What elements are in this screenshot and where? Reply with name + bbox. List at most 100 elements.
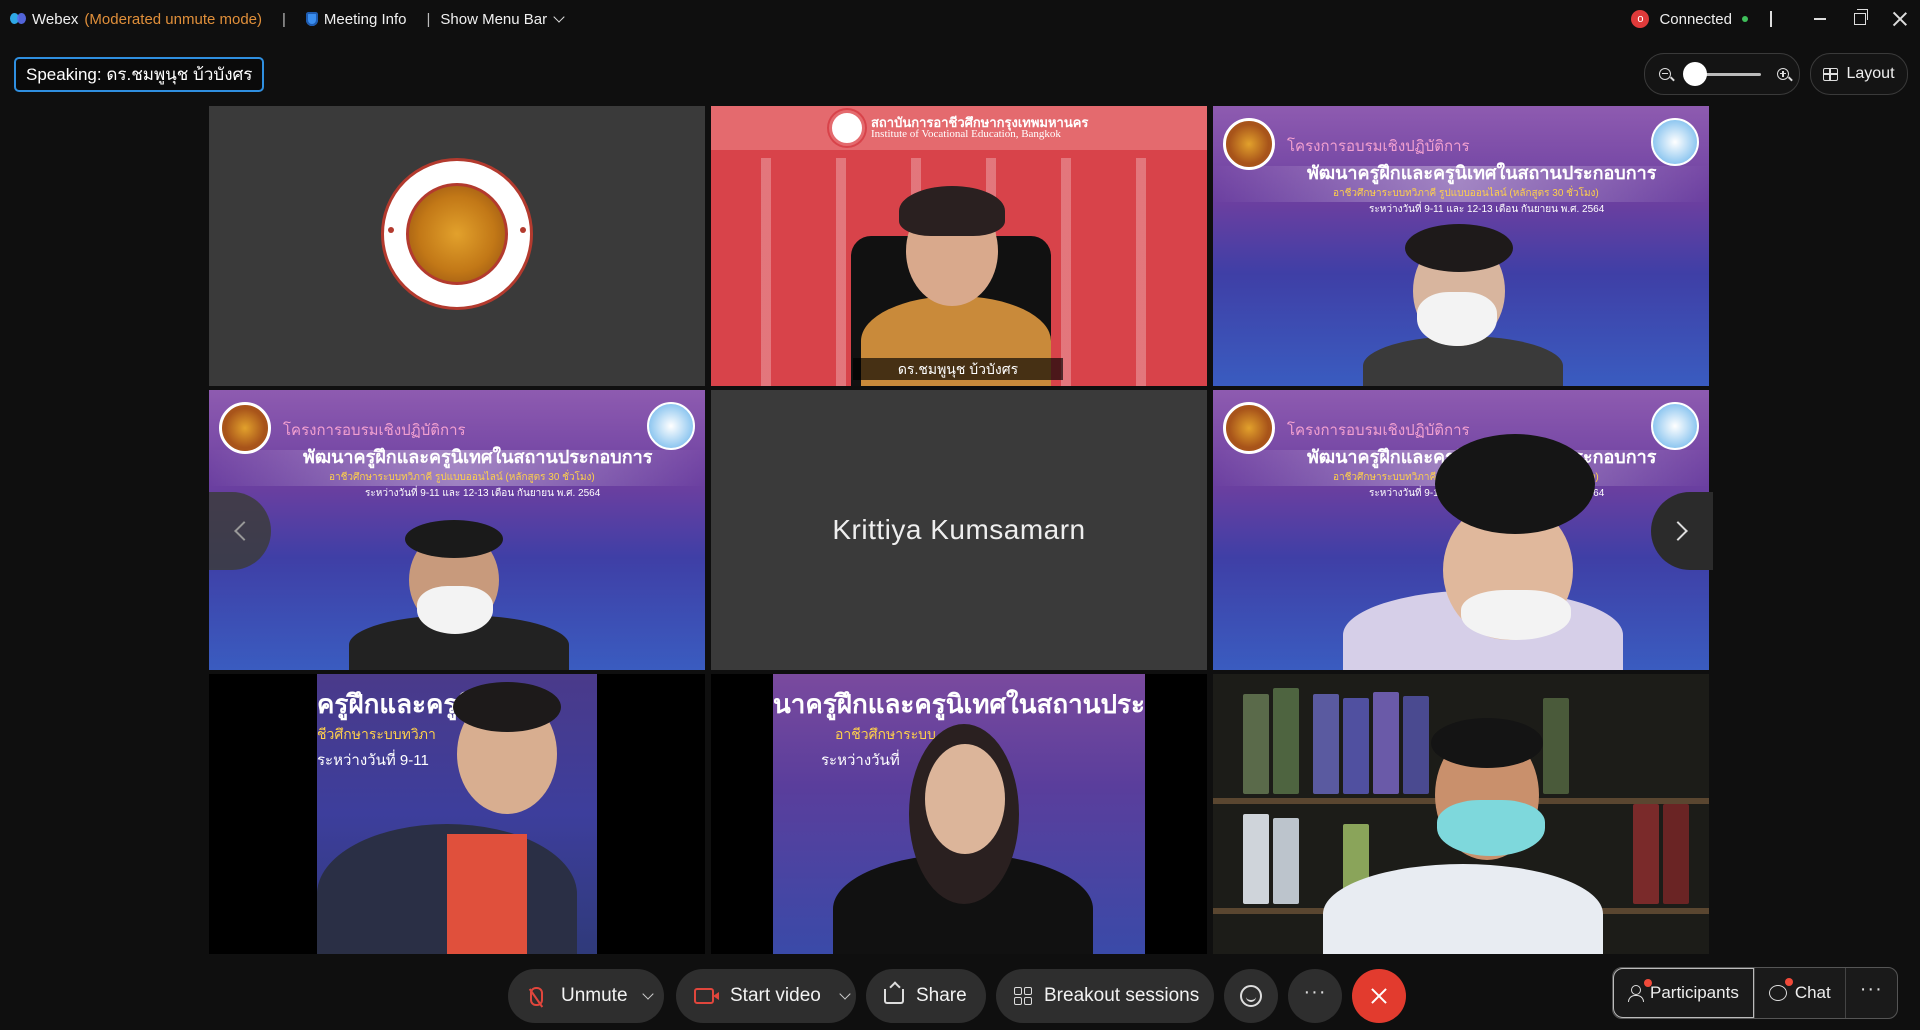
- chat-icon: [1768, 985, 1787, 1001]
- meeting-info-label: Meeting Info: [323, 10, 407, 28]
- video-tile-participant[interactable]: ครูฝึกและครูนิ ชีวศึกษาระบบทวิภา ระหว่าง…: [209, 674, 705, 954]
- banner-line-4: ระหว่างวันที่ 9-11 และ 12-13 เดือน กันยา…: [365, 488, 601, 499]
- video-tile-active-speaker[interactable]: สถาบันการอาชีวศึกษากรุงเทพมหานคร Institu…: [711, 106, 1207, 386]
- participant-name-caption: ดร.ชมพูนุช บ้วบังศร: [853, 358, 1063, 380]
- emoji-icon: [1240, 985, 1262, 1007]
- face-mask: [1417, 292, 1497, 346]
- divider: [1770, 11, 1772, 27]
- panel-buttons: Participants Chat ···: [1612, 967, 1898, 1019]
- participant-hair: [1431, 718, 1543, 768]
- video-tile-participant[interactable]: [1213, 674, 1709, 954]
- video-tile-participant[interactable]: โครงการอบรมเชิงปฏิบัติการ พัฒนาครูฝึกและ…: [209, 390, 705, 670]
- participant-name: Krittiya Kumsamarn: [711, 390, 1207, 670]
- partner-logo-icon: [1651, 118, 1699, 166]
- start-video-button[interactable]: Start video: [676, 969, 856, 1023]
- chevron-right-icon: [1668, 521, 1688, 541]
- participant-shirt: [447, 834, 527, 954]
- banner-line-1: โครงการอบรมเชิงปฏิบัติการ: [1287, 138, 1470, 155]
- notification-dot: [1644, 979, 1652, 987]
- participant-body: [1323, 864, 1603, 954]
- participant-hair: [1435, 434, 1595, 534]
- video-tile-participant[interactable]: โครงการอบรมเชิงปฏิบัติการ พัฒนาครูฝึกและ…: [1213, 390, 1709, 670]
- partner-logo-icon: [1651, 402, 1699, 450]
- breakout-sessions-label: Breakout sessions: [1044, 985, 1200, 1006]
- show-menu-bar-button[interactable]: Show Menu Bar: [440, 10, 565, 28]
- leave-meeting-button[interactable]: [1352, 969, 1406, 1023]
- institution-seal-icon: [381, 158, 533, 310]
- connection-status[interactable]: Connected: [1659, 11, 1732, 28]
- banner-text: ชีวศึกษาระบบทวิภา: [317, 726, 436, 742]
- reactions-button[interactable]: [1224, 969, 1278, 1023]
- face-mask: [1461, 590, 1571, 640]
- microphone-muted-icon: [530, 986, 543, 1006]
- share-label: Share: [916, 985, 967, 1006]
- zoom-in-icon[interactable]: [1777, 68, 1789, 80]
- project-logo-icon: [1223, 402, 1275, 454]
- video-tile-participant[interactable]: นาครูฝึกและครูนิเทศในสถานประก อาชีวศึกษา…: [711, 674, 1207, 954]
- participants-icon: [1628, 985, 1644, 1002]
- share-icon: [884, 988, 904, 1004]
- video-tile-no-video[interactable]: Krittiya Kumsamarn: [711, 390, 1207, 670]
- close-icon: [1371, 988, 1387, 1004]
- camera-off-icon: [694, 988, 719, 1004]
- more-icon: ···: [1859, 977, 1883, 1000]
- project-logo-icon: [219, 402, 271, 454]
- unmute-button[interactable]: Unmute: [508, 969, 664, 1023]
- video-tile-participant[interactable]: โครงการอบรมเชิงปฏิบัติการ พัฒนาครูฝึกและ…: [1213, 106, 1709, 386]
- banner-text: ระหว่างวันที่ 9-11: [317, 752, 429, 769]
- project-logo-icon: [1223, 118, 1275, 170]
- separator: |: [282, 10, 286, 28]
- speaking-indicator: Speaking: ดร.ชมพูนุช บ้วบังศร: [14, 57, 265, 92]
- layout-label: Layout: [1846, 65, 1895, 82]
- minimize-button[interactable]: [1800, 0, 1840, 38]
- webex-logo-icon: [10, 12, 26, 26]
- participant-hair: [1405, 224, 1513, 272]
- face-mask: [417, 586, 493, 634]
- chat-button[interactable]: Chat: [1753, 968, 1845, 1018]
- restore-button[interactable]: [1840, 0, 1880, 38]
- banner-line-2: พัฒนาครูฝึกและครูนิเทศในสถานประกอบการ: [1307, 163, 1657, 183]
- close-window-button[interactable]: [1880, 0, 1920, 38]
- banner-line-3: อาชีวศึกษาระบบทวิภาคี รูปแบบออนไลน์ (หลั…: [329, 472, 595, 483]
- banner-line-1: โครงการอบรมเชิงปฏิบัติการ: [283, 422, 466, 439]
- zoom-slider-knob[interactable]: [1683, 61, 1707, 86]
- banner-text: อาชีวศึกษาระบบ: [835, 726, 936, 742]
- speaker-hair: [899, 186, 1005, 236]
- participant-hair: [453, 682, 561, 732]
- backdrop-subtitle: Institute of Vocational Education, Bangk…: [871, 128, 1061, 140]
- notification-dot: [1784, 978, 1793, 986]
- video-options-chevron-icon[interactable]: [839, 988, 851, 1000]
- unmute-label: Unmute: [561, 985, 628, 1006]
- share-button[interactable]: Share: [866, 969, 986, 1023]
- banner-line-1: โครงการอบรมเชิงปฏิบัติการ: [1287, 422, 1470, 439]
- banner-text: ครูฝึกและครูนิ: [317, 689, 476, 719]
- show-menu-bar-label: Show Menu Bar: [440, 10, 548, 28]
- video-tile-logo[interactable]: [209, 106, 705, 386]
- banner-line-4: ระหว่างวันที่ 9-11 และ 12-13 เดือน กันยา…: [1369, 204, 1605, 215]
- minimize-icon: [1814, 18, 1826, 20]
- connected-dot-icon: [1742, 16, 1748, 22]
- chevron-down-icon: [553, 11, 565, 23]
- title-bar: Webex (Moderated unmute mode) | Meeting …: [0, 0, 1920, 38]
- breakout-icon: [1014, 987, 1032, 1005]
- zoom-control: [1644, 53, 1800, 95]
- more-options-button[interactable]: ···: [1288, 969, 1342, 1023]
- zoom-out-icon[interactable]: [1659, 68, 1671, 80]
- zoom-slider[interactable]: [1683, 61, 1761, 86]
- shield-icon: [305, 12, 318, 26]
- banner-text: ระหว่างวันที่: [821, 752, 900, 769]
- recording-icon: o: [1631, 10, 1650, 28]
- more-panels-button[interactable]: ···: [1844, 968, 1897, 1018]
- app-name: Webex: [32, 10, 79, 28]
- breakout-sessions-button[interactable]: Breakout sessions: [996, 969, 1214, 1023]
- participants-label: Participants: [1650, 983, 1739, 1002]
- meeting-info-button[interactable]: Meeting Info: [305, 10, 407, 28]
- audio-options-chevron-icon[interactable]: [641, 988, 654, 1000]
- institute-logo-icon: [829, 110, 865, 146]
- participant-hair: [405, 520, 503, 558]
- start-video-label: Start video: [730, 985, 821, 1006]
- layout-button[interactable]: Layout: [1810, 53, 1908, 95]
- participants-button[interactable]: Participants: [1613, 968, 1754, 1018]
- face-mask: [1437, 800, 1545, 856]
- separator: |: [426, 10, 431, 28]
